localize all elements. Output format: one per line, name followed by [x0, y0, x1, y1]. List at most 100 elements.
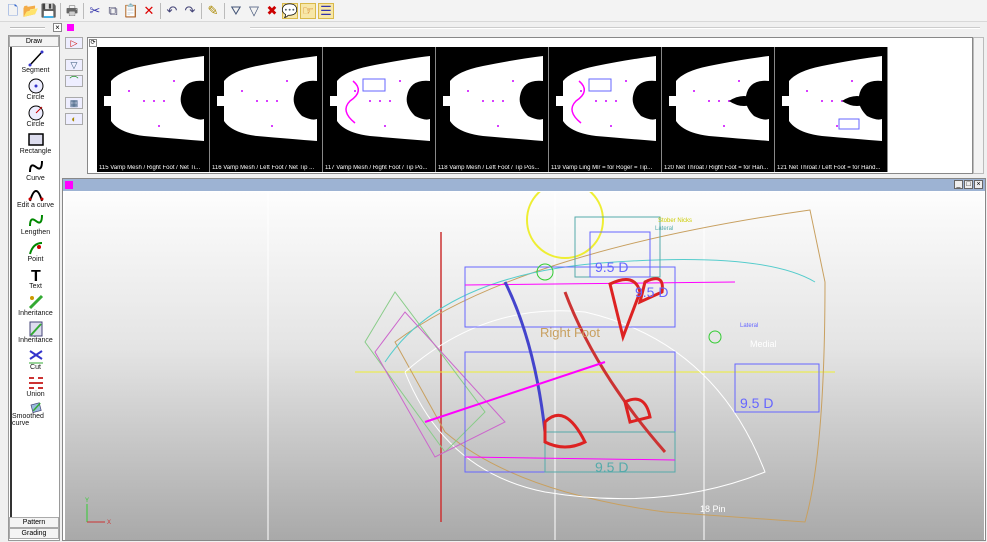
thumbnail-caption: 115 Vamp Mesh / Right Foot / Net Ti... [99, 165, 201, 171]
tool-smoothed-curve[interactable]: Smoothed curve [12, 400, 59, 427]
tool-label: Circle [26, 121, 45, 128]
cut-icon[interactable]: ✂ [87, 3, 103, 19]
save-icon[interactable]: 💾 [41, 3, 57, 19]
window-titlebar[interactable]: _ □ × [63, 179, 985, 191]
piece-thumbnail[interactable]: 116 Vamp Mesh / Left Foot / Net Tip ... [210, 47, 323, 172]
piece-thumbnail[interactable]: 118 Vamp Mesh / Left Foot / Tip Pos... [436, 47, 549, 172]
green-circle [536, 263, 554, 281]
label-stober: Stober Nicks [658, 218, 692, 224]
label-lateral: Lateral [740, 323, 758, 329]
layers-icon[interactable]: ☰ [318, 2, 334, 19]
piece-thumbnail[interactable]: 117 Vamp Mesh / Right Foot / Tip Po... [323, 47, 436, 172]
drawing-window: _ □ × Stober Nicks Lateral Lateral 9.5 D… [62, 178, 986, 541]
tool-circle[interactable]: Circle [12, 76, 59, 103]
inheritance-doc-icon [29, 321, 42, 337]
strip-scrollbar[interactable] [973, 37, 984, 174]
filter-clear-icon[interactable]: ✖ [264, 3, 280, 19]
pattern-piece-preview [104, 56, 204, 141]
tool-label: Text [29, 283, 42, 290]
thumbnail-caption: 119 Vamp Ling Mlr = for Roger = Tip... [551, 165, 653, 171]
pattern-piece-preview [556, 56, 656, 141]
minimize-button[interactable]: _ [954, 180, 963, 189]
tool-inheritance-doc[interactable]: Inheritance [12, 319, 59, 346]
draw-header[interactable]: Draw [9, 36, 59, 47]
tool-lengthen[interactable]: Lengthen [12, 211, 59, 238]
thumbnail-caption: 118 Vamp Mesh / Left Foot / Tip Pos... [438, 165, 540, 171]
tool-cut[interactable]: Cut [12, 346, 59, 373]
pattern-piece-preview [330, 56, 430, 141]
yellow-circle [526, 181, 604, 259]
thumbnail-caption: 116 Vamp Mesh / Left Foot / Net Tip ... [212, 165, 315, 171]
maximize-button[interactable]: □ [964, 180, 973, 189]
tool-circle-radius[interactable]: Circle [12, 103, 59, 130]
curve-icon [28, 160, 43, 173]
properties-icon[interactable]: ✎ [205, 3, 221, 19]
paste-icon[interactable]: 📋 [123, 3, 139, 19]
tool-text[interactable]: T Text [12, 265, 59, 292]
delete-icon[interactable]: ✕ [141, 3, 157, 19]
foot-label: Right Foot [540, 325, 600, 340]
svg-text:T: T [31, 268, 41, 283]
open-folder-icon[interactable]: 📂 [23, 3, 39, 19]
pointer-icon[interactable]: ☞ [300, 2, 316, 19]
cut-icon [28, 350, 43, 364]
grip[interactable] [10, 27, 45, 29]
pieces-strip: ⟳ 115 Vamp Mesh / Right Foot / Net Ti...… [87, 37, 973, 174]
magenta-line [464, 456, 676, 461]
medial-label: Medial [750, 339, 777, 349]
tool-segment[interactable]: Segment [12, 49, 59, 76]
tool-point[interactable]: Point [12, 238, 59, 265]
redo-icon[interactable]: ↷ [182, 3, 198, 19]
toolbar-separator [60, 2, 61, 19]
circle-radius-icon [28, 105, 43, 121]
window-icon [65, 181, 73, 189]
piece-thumbnail[interactable]: 119 Vamp Ling Mlr = for Roger = Tip... [549, 47, 662, 172]
arrow-add-icon[interactable]: ▷ [65, 37, 83, 49]
pattern-tab[interactable]: Pattern [9, 517, 59, 528]
drawing-canvas[interactable]: Stober Nicks Lateral Lateral 9.5 D 9.5 D… [65, 181, 984, 540]
tool-union[interactable]: Union [12, 373, 59, 400]
filter-icon[interactable]: ▽ [246, 3, 262, 19]
tool-rectangle[interactable]: Rectangle [12, 130, 59, 157]
axis-x-label: X [107, 520, 111, 526]
segment-icon [28, 50, 43, 67]
comment-icon[interactable]: 💬 [282, 2, 298, 19]
funnel-icon[interactable]: ▽ [65, 59, 83, 71]
draw-tools-panel: Draw Segment Circle Circle Rectangle Curve Ed… [8, 35, 60, 541]
close-button[interactable]: × [974, 180, 983, 189]
pattern-piece-preview [782, 56, 882, 141]
pattern-piece-preview [217, 56, 317, 141]
close-panel-button[interactable]: × [53, 23, 62, 32]
sub-bar: × [0, 22, 987, 34]
piece-thumbnail[interactable]: 120 Net Throat / Right Foot = for Han... [662, 47, 775, 172]
new-file-icon[interactable]: 🗋 [5, 3, 21, 19]
thumbnail-caption: 121 Net Throat / Left Foot = for Hand... [777, 165, 881, 171]
curve-icon[interactable]: ⌒ [65, 75, 83, 87]
toolbar-separator [224, 2, 225, 19]
grade-icon[interactable]: ◐ [65, 113, 83, 125]
tool-label: Segment [21, 67, 50, 74]
pattern-piece-preview [669, 56, 769, 141]
tool-curve[interactable]: Curve [12, 157, 59, 184]
piece-icon[interactable]: ▦ [65, 97, 83, 109]
color-swatch[interactable] [67, 24, 74, 31]
inheritance-icon [28, 294, 43, 310]
thumbnail-caption: 120 Net Throat / Right Foot = for Han... [664, 165, 769, 171]
tool-label: Edit a curve [17, 202, 54, 209]
size-label: 9.5 D [740, 395, 773, 411]
filter-apply-icon[interactable]: ⛛ [228, 3, 244, 19]
undo-icon[interactable]: ↶ [164, 3, 180, 19]
toolbar-separator [83, 2, 84, 19]
grading-tab[interactable]: Grading [9, 528, 59, 539]
label-lateral: Lateral [655, 226, 673, 232]
piece-thumbnail[interactable]: 115 Vamp Mesh / Right Foot / Net Ti... [97, 47, 210, 172]
size-label: 9.5 D [595, 459, 628, 475]
union-icon [28, 377, 43, 389]
copy-icon[interactable]: ⧉ [105, 3, 121, 19]
tool-label: Inheritance [18, 337, 53, 344]
tool-inheritance[interactable]: Inheritance [12, 292, 59, 319]
refresh-icon[interactable]: ⟳ [89, 39, 97, 47]
piece-thumbnail[interactable]: 121 Net Throat / Left Foot = for Hand... [775, 47, 888, 172]
tool-edit-curve[interactable]: Edit a curve [12, 184, 59, 211]
print-icon[interactable]: 🖶 [64, 3, 80, 19]
